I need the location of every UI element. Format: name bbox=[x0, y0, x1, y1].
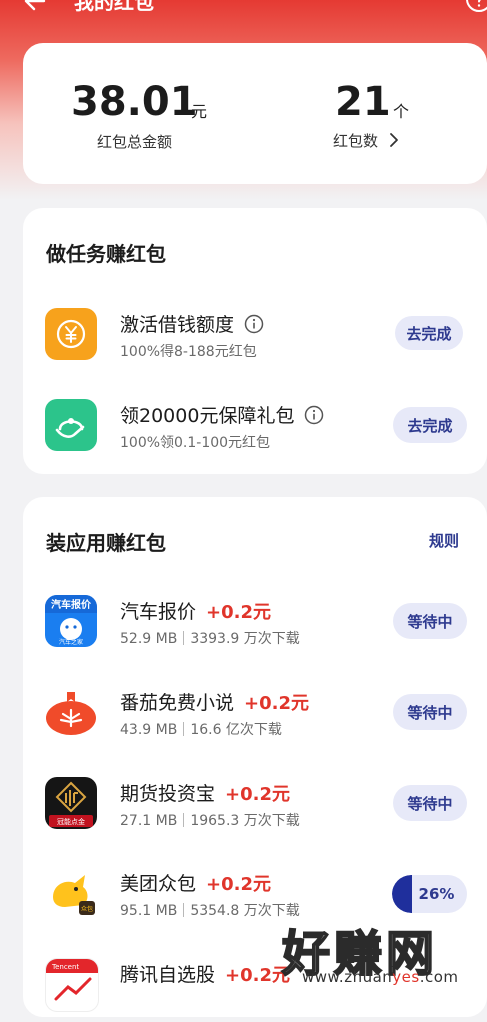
total-amount-label: 红包总金额 bbox=[97, 133, 173, 151]
futures-icon-text: 冠能点金 bbox=[57, 817, 85, 826]
complete-task-button[interactable]: 去完成 bbox=[393, 407, 467, 443]
chevron-right-icon bbox=[390, 133, 398, 147]
app-name: 汽车报价 bbox=[120, 601, 197, 623]
back-arrow-icon[interactable] bbox=[22, 0, 48, 14]
app-name: 番茄免费小说 bbox=[120, 692, 235, 714]
total-amount-value: 38.01 bbox=[71, 79, 198, 125]
divider bbox=[183, 813, 185, 827]
task-title: 激活借钱额度 bbox=[120, 314, 235, 336]
page-title: 我的红包 bbox=[74, 0, 154, 14]
app-size: 95.1 MB bbox=[120, 903, 178, 919]
download-progress-text: 26% bbox=[418, 885, 455, 903]
app-name: 美团众包 bbox=[120, 873, 197, 895]
car-price-icon-subtext: 汽车之家 bbox=[59, 638, 83, 646]
app-size: 27.1 MB bbox=[120, 813, 178, 829]
task-row[interactable]: 领20000元保障礼包 100%领0.1-100元红包 去完成 bbox=[23, 393, 487, 463]
app-downloads: 16.6 亿次下载 bbox=[190, 722, 282, 738]
download-progress-button[interactable]: 26% bbox=[392, 875, 467, 913]
tasks-card: 做任务赚红包 激活借钱额度 100%得8-188元红包 去完成 领20000元保… bbox=[23, 208, 487, 474]
app-downloads: 1965.3 万次下载 bbox=[190, 813, 300, 829]
apps-section-title: 装应用赚红包 bbox=[46, 531, 166, 555]
meituan-icon-text: 众包 bbox=[81, 905, 93, 913]
waiting-status-button[interactable]: 等待中 bbox=[393, 694, 467, 730]
watermark-url-prefix: www.zhuan bbox=[302, 968, 393, 986]
red-packet-count-unit: 个 bbox=[393, 102, 410, 121]
task-subtitle: 100%领0.1-100元红包 bbox=[120, 435, 271, 451]
divider bbox=[183, 722, 185, 736]
app-row[interactable]: 番茄免费小说 +0.2元 43.9 MB 16.6 亿次下载 等待中 bbox=[23, 680, 487, 750]
tencent-icon-text: Tencent bbox=[51, 963, 79, 971]
tasks-section-title: 做任务赚红包 bbox=[46, 242, 166, 266]
summary-card: 38.01 元 红包总金额 21 个 红包数 bbox=[23, 43, 487, 184]
app-size: 52.9 MB bbox=[120, 631, 178, 647]
app-reward: +0.2元 bbox=[206, 873, 271, 895]
car-price-icon-text: 汽车报价 bbox=[51, 598, 92, 611]
waiting-status-button[interactable]: 等待中 bbox=[393, 603, 467, 639]
app-name: 期货投资宝 bbox=[120, 783, 216, 805]
task-row[interactable]: 激活借钱额度 100%得8-188元红包 去完成 bbox=[23, 302, 487, 372]
task-subtitle: 100%得8-188元红包 bbox=[120, 344, 257, 360]
info-icon[interactable] bbox=[304, 405, 324, 425]
app-reward: +0.2元 bbox=[225, 964, 290, 986]
app-size: 43.9 MB bbox=[120, 722, 178, 738]
app-row[interactable]: 冠能点金 期货投资宝 +0.2元 27.1 MB 1965.3 万次下载 等待中 bbox=[23, 771, 487, 841]
red-packet-count-value: 21 bbox=[335, 79, 391, 125]
credit-coin-icon bbox=[45, 308, 97, 360]
info-icon[interactable] bbox=[244, 314, 264, 334]
app-downloads: 3393.9 万次下载 bbox=[190, 631, 300, 647]
app-reward: +0.2元 bbox=[244, 692, 309, 714]
app-header: 我的红包 bbox=[0, 0, 487, 18]
red-packet-count-link[interactable]: 红包数 bbox=[333, 127, 400, 153]
app-row[interactable]: 汽车报价 汽车之家 汽车报价 +0.2元 52.9 MB 3393.9 万次下载 … bbox=[23, 589, 487, 659]
divider bbox=[183, 631, 185, 645]
app-reward: +0.2元 bbox=[225, 783, 290, 805]
total-amount-unit: 元 bbox=[191, 102, 208, 121]
complete-task-button[interactable]: 去完成 bbox=[395, 316, 463, 350]
task-title: 领20000元保障礼包 bbox=[120, 405, 295, 427]
car-price-app-icon: 汽车报价 汽车之家 bbox=[45, 595, 97, 647]
watermark-url: www.zhuanyes.com bbox=[302, 968, 459, 986]
watermark: 好赚网 www.zhuanyes.com bbox=[281, 914, 487, 1000]
rules-link[interactable]: 规则 bbox=[429, 530, 459, 551]
help-icon[interactable] bbox=[464, 0, 487, 14]
divider bbox=[183, 903, 185, 917]
waiting-status-button[interactable]: 等待中 bbox=[393, 785, 467, 821]
app-name: 腾讯自选股 bbox=[120, 964, 216, 986]
tencent-stock-app-icon: Tencent bbox=[45, 958, 99, 1012]
insurance-gift-icon bbox=[45, 399, 97, 451]
tomato-novel-app-icon bbox=[45, 686, 97, 738]
meituan-crowd-app-icon: 众包 bbox=[45, 867, 97, 919]
red-packet-count-label: 红包数 bbox=[333, 131, 379, 150]
app-reward: +0.2元 bbox=[206, 601, 271, 623]
futures-app-icon: 冠能点金 bbox=[45, 777, 97, 829]
watermark-url-highlight: yes bbox=[392, 968, 420, 986]
watermark-url-suffix: .com bbox=[419, 968, 459, 986]
